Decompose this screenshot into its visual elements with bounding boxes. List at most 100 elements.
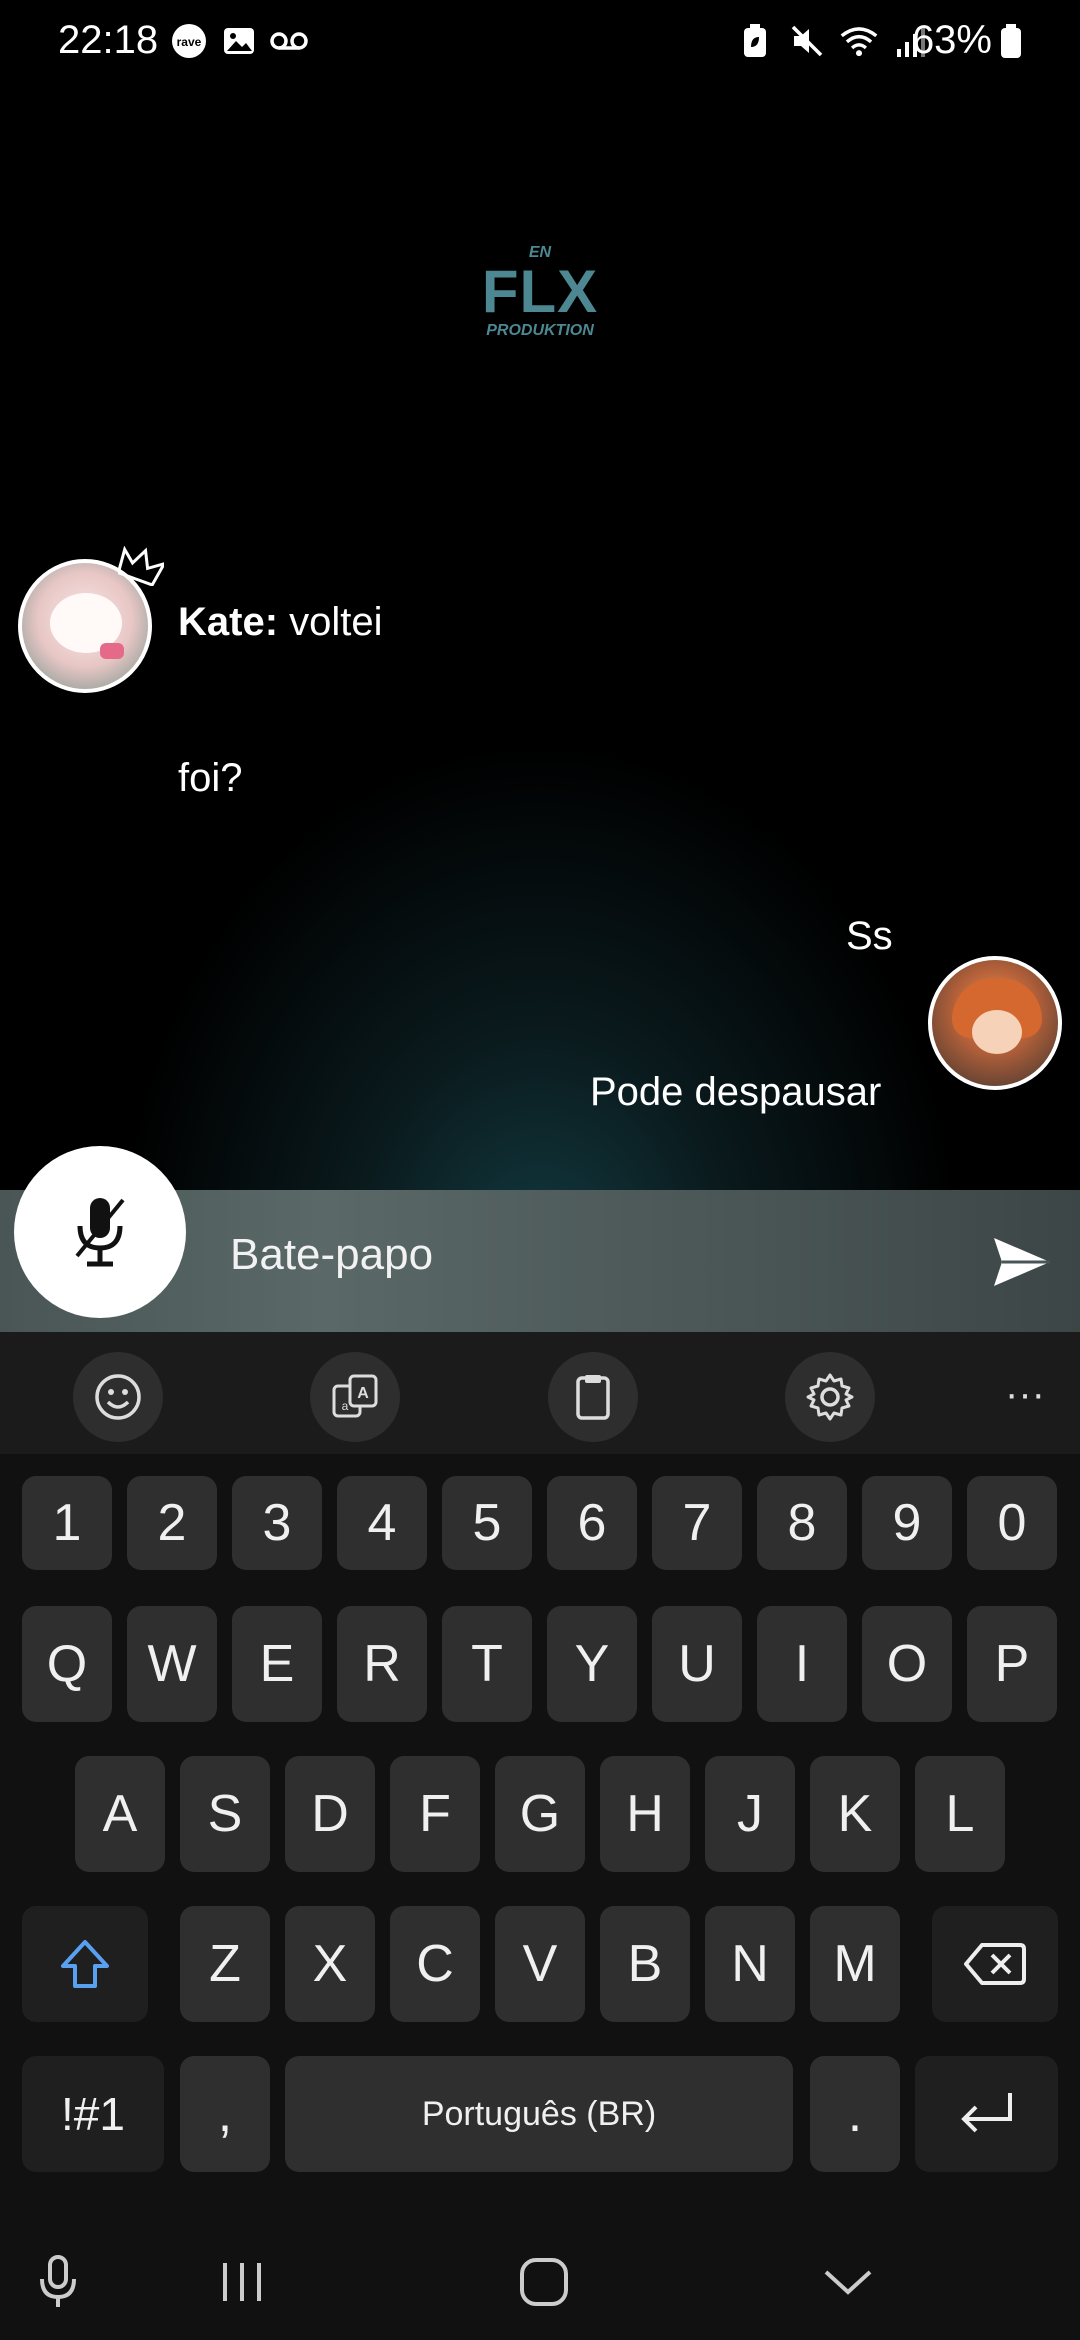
chat-message: Ss [846, 914, 893, 959]
mic-muted-icon [75, 1198, 125, 1267]
hide-keyboard-button[interactable] [818, 2252, 878, 2312]
status-bar: 22:18 rave 63% [0, 0, 1080, 84]
key-5[interactable]: 5 [442, 1476, 532, 1570]
key-a[interactable]: A [75, 1756, 165, 1872]
message-text: Pode despausar [590, 1070, 882, 1114]
keyboard-settings-button[interactable] [785, 1352, 875, 1442]
logo-bottom-text: PRODUKTION [486, 322, 594, 339]
svg-text:A: A [357, 1385, 369, 1402]
mic-icon [40, 2255, 76, 2307]
key-c[interactable]: C [390, 1906, 480, 2022]
key-y[interactable]: Y [547, 1606, 637, 1722]
logo-main-text: FLX [481, 258, 599, 325]
svg-text:rave: rave [177, 35, 202, 49]
flx-logo: EN FLX PRODUKTION [470, 244, 610, 340]
shift-icon [61, 1940, 109, 1988]
system-nav-bar [0, 2222, 1080, 2340]
key-d[interactable]: D [285, 1756, 375, 1872]
message-text: foi? [178, 756, 243, 800]
key-1[interactable]: 1 [22, 1476, 112, 1570]
key-p[interactable]: P [967, 1606, 1057, 1722]
enter-key[interactable] [915, 2056, 1058, 2172]
key-r[interactable]: R [337, 1606, 427, 1722]
chat-message: Kate: voltei [178, 600, 383, 645]
mute-icon [788, 22, 826, 60]
key-e[interactable]: E [232, 1606, 322, 1722]
key-f[interactable]: F [390, 1756, 480, 1872]
key-2[interactable]: 2 [127, 1476, 217, 1570]
key-6[interactable]: 6 [547, 1476, 637, 1570]
battery-indicator: 63% [912, 18, 1022, 63]
status-time: 22:18 [58, 18, 159, 62]
key-z[interactable]: Z [180, 1906, 270, 2022]
message-text: Ss [846, 914, 893, 958]
settings-icon [806, 1373, 854, 1421]
shift-key[interactable] [22, 1906, 148, 2022]
own-avatar[interactable] [928, 956, 1062, 1090]
key-b[interactable]: B [600, 1906, 690, 2022]
symbols-key[interactable]: !#1 [22, 2056, 164, 2172]
key-s[interactable]: S [180, 1756, 270, 1872]
chat-message: foi? [178, 756, 243, 801]
crown-icon [118, 546, 164, 586]
voicemail-icon [270, 22, 308, 60]
battery-icon [1001, 23, 1021, 58]
emoji-icon [95, 1374, 141, 1420]
translate-icon: Aa [332, 1374, 378, 1418]
key-7[interactable]: 7 [652, 1476, 742, 1570]
status-system-icons [736, 22, 930, 60]
key-w[interactable]: W [127, 1606, 217, 1722]
key-u[interactable]: U [652, 1606, 742, 1722]
enter-icon [960, 2093, 1012, 2133]
key-x[interactable]: X [285, 1906, 375, 2022]
battery-percent: 63% [911, 18, 992, 62]
message-text: voltei [278, 600, 383, 644]
emoji-button[interactable] [73, 1352, 163, 1442]
comma-key[interactable]: , [180, 2056, 270, 2172]
recents-button[interactable] [212, 2252, 272, 2312]
key-i[interactable]: I [757, 1606, 847, 1722]
key-j[interactable]: J [705, 1756, 795, 1872]
chat-input-field[interactable]: Bate-papo [230, 1230, 433, 1280]
key-g[interactable]: G [495, 1756, 585, 1872]
svg-text:a: a [342, 1399, 349, 1413]
image-icon [220, 22, 258, 60]
keyboard: Aa ··· 1 2 3 4 5 6 7 8 9 0 Q W E R T Y U… [0, 1332, 1080, 2222]
send-button[interactable] [992, 1232, 1052, 1292]
voice-input-button[interactable] [28, 2252, 88, 2312]
key-o[interactable]: O [862, 1606, 952, 1722]
home-icon [520, 2258, 568, 2306]
more-icon[interactable]: ··· [1000, 1372, 1050, 1416]
backspace-icon [964, 1943, 1026, 1985]
clipboard-icon [576, 1375, 610, 1420]
home-button[interactable] [514, 2252, 574, 2312]
key-t[interactable]: T [442, 1606, 532, 1722]
send-icon [994, 1238, 1050, 1286]
key-h[interactable]: H [600, 1756, 690, 1872]
recents-icon [223, 2263, 261, 2301]
message-author: Kate: [178, 600, 279, 644]
clipboard-button[interactable] [548, 1352, 638, 1442]
key-0[interactable]: 0 [967, 1476, 1057, 1570]
key-n[interactable]: N [705, 1906, 795, 2022]
mic-toggle-button[interactable] [14, 1146, 186, 1318]
chat-area[interactable]: EN FLX PRODUKTION Kate: voltei foi? Ss P… [0, 84, 1080, 1190]
key-q[interactable]: Q [22, 1606, 112, 1722]
key-k[interactable]: K [810, 1756, 900, 1872]
battery-saver-icon [736, 22, 774, 60]
space-key[interactable]: Português (BR) [285, 2056, 793, 2172]
key-v[interactable]: V [495, 1906, 585, 2022]
rave-icon: rave [170, 22, 208, 60]
translate-button[interactable]: Aa [310, 1352, 400, 1442]
period-key[interactable]: . [810, 2056, 900, 2172]
chat-input-bar: Bate-papo [0, 1146, 1080, 1332]
status-notification-icons: rave [170, 22, 308, 60]
key-l[interactable]: L [915, 1756, 1005, 1872]
key-9[interactable]: 9 [862, 1476, 952, 1570]
key-4[interactable]: 4 [337, 1476, 427, 1570]
backspace-key[interactable] [932, 1906, 1058, 2022]
key-m[interactable]: M [810, 1906, 900, 2022]
key-8[interactable]: 8 [757, 1476, 847, 1570]
key-3[interactable]: 3 [232, 1476, 322, 1570]
keyboard-toolbar: Aa ··· [0, 1332, 1080, 1454]
